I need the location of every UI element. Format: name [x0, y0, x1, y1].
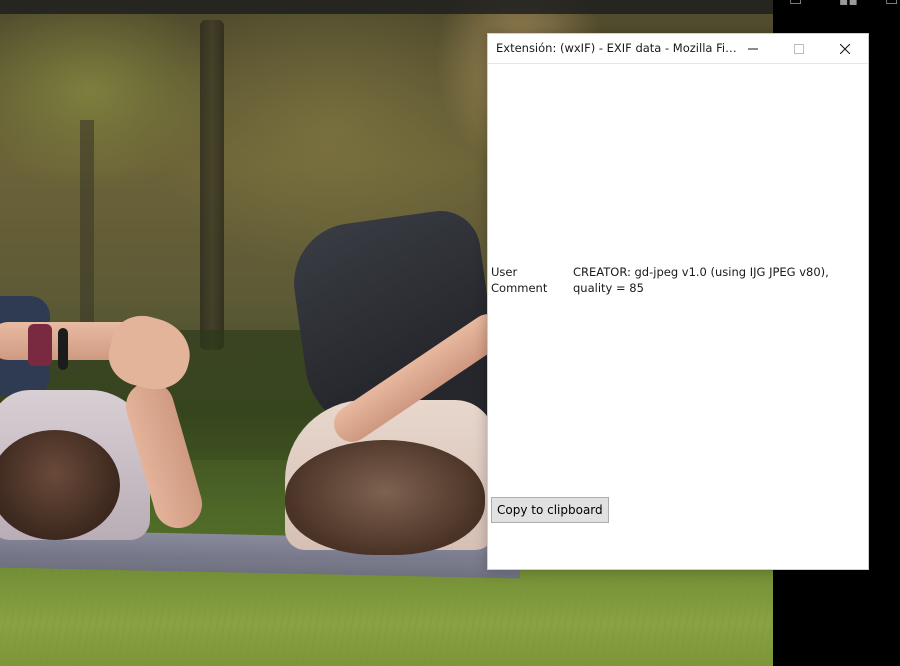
photo-grass [0, 560, 773, 666]
maximize-icon [794, 43, 804, 54]
minimize-button[interactable] [730, 34, 776, 63]
copy-to-clipboard-button[interactable]: Copy to clipboard [491, 497, 609, 523]
maximize-button[interactable] [776, 34, 822, 63]
close-icon [840, 43, 850, 54]
minimize-icon [748, 48, 758, 49]
window-titlebar[interactable]: Extensión: (wxIF) - EXIF data - Mozilla … [488, 34, 868, 64]
exif-popup-window: Extensión: (wxIF) - EXIF data - Mozilla … [487, 33, 869, 570]
exif-value: CREATOR: gd-jpeg v1.0 (using IJG JPEG v8… [573, 265, 829, 295]
close-button[interactable] [822, 34, 868, 63]
photo-wristwatch [28, 324, 52, 366]
exif-content: User Comment CREATOR: gd-jpeg v1.0 (usin… [488, 64, 868, 569]
window-title: Extensión: (wxIF) - EXIF data - Mozilla … [496, 41, 741, 55]
exif-row-user-comment: User Comment CREATOR: gd-jpeg v1.0 (usin… [491, 264, 865, 296]
grid-icon[interactable]: ▪▪ [839, 0, 858, 8]
photo-tree-trunk [200, 20, 224, 350]
screen: ▭ ▪▪ ▭ Extensión: (wxIF) - EXIF data - M… [0, 0, 900, 666]
exif-key: User Comment [491, 265, 548, 295]
window-icon[interactable]: ▭ [789, 0, 807, 8]
photo-bracelet [58, 328, 68, 370]
browser-top-strip-right: ▭ ▪▪ ▭ [773, 0, 900, 14]
browser-top-strip [0, 0, 773, 14]
window-icon-2[interactable]: ▭ [885, 0, 900, 8]
photo-person-right-hair [285, 440, 485, 555]
